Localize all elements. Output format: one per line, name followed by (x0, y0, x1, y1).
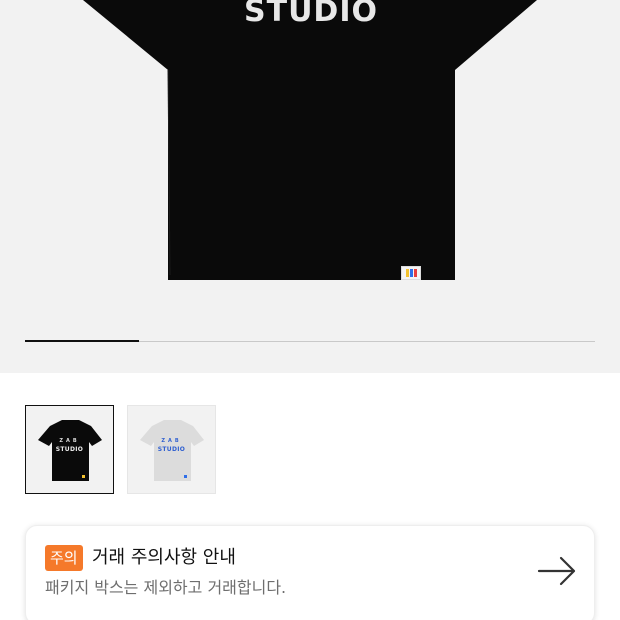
thumbnail-print-bottom: STUDIO (55, 446, 84, 453)
shirt-label-tag (401, 266, 421, 280)
thumbnail-list: ZAB STUDIO ZAB STUDIO (25, 405, 216, 494)
trade-notice-card[interactable]: 주의 거래 주의사항 안내 패키지 박스는 제외하고 거래합니다. (25, 525, 595, 620)
notice-description: 패키지 박스는 제외하고 거래합니다. (45, 578, 287, 597)
thumbnail-white[interactable]: ZAB STUDIO (127, 405, 216, 494)
thumbnail-black[interactable]: ZAB STUDIO (25, 405, 114, 494)
notice-title: 거래 주의사항 안내 (92, 547, 236, 568)
thumbnail-print-top: ZAB (161, 438, 182, 444)
thumbnail-print-top: ZAB (59, 438, 80, 444)
arrow-right-icon[interactable] (537, 556, 577, 586)
carousel-progress-fill (25, 340, 139, 342)
tshirt-image (83, 0, 537, 280)
notice-badge: 주의 (45, 545, 83, 571)
product-image-carousel[interactable]: STUDIO (0, 0, 620, 373)
shirt-print-text: STUDIO (244, 0, 378, 29)
thumbnail-print-bottom: STUDIO (157, 446, 186, 453)
